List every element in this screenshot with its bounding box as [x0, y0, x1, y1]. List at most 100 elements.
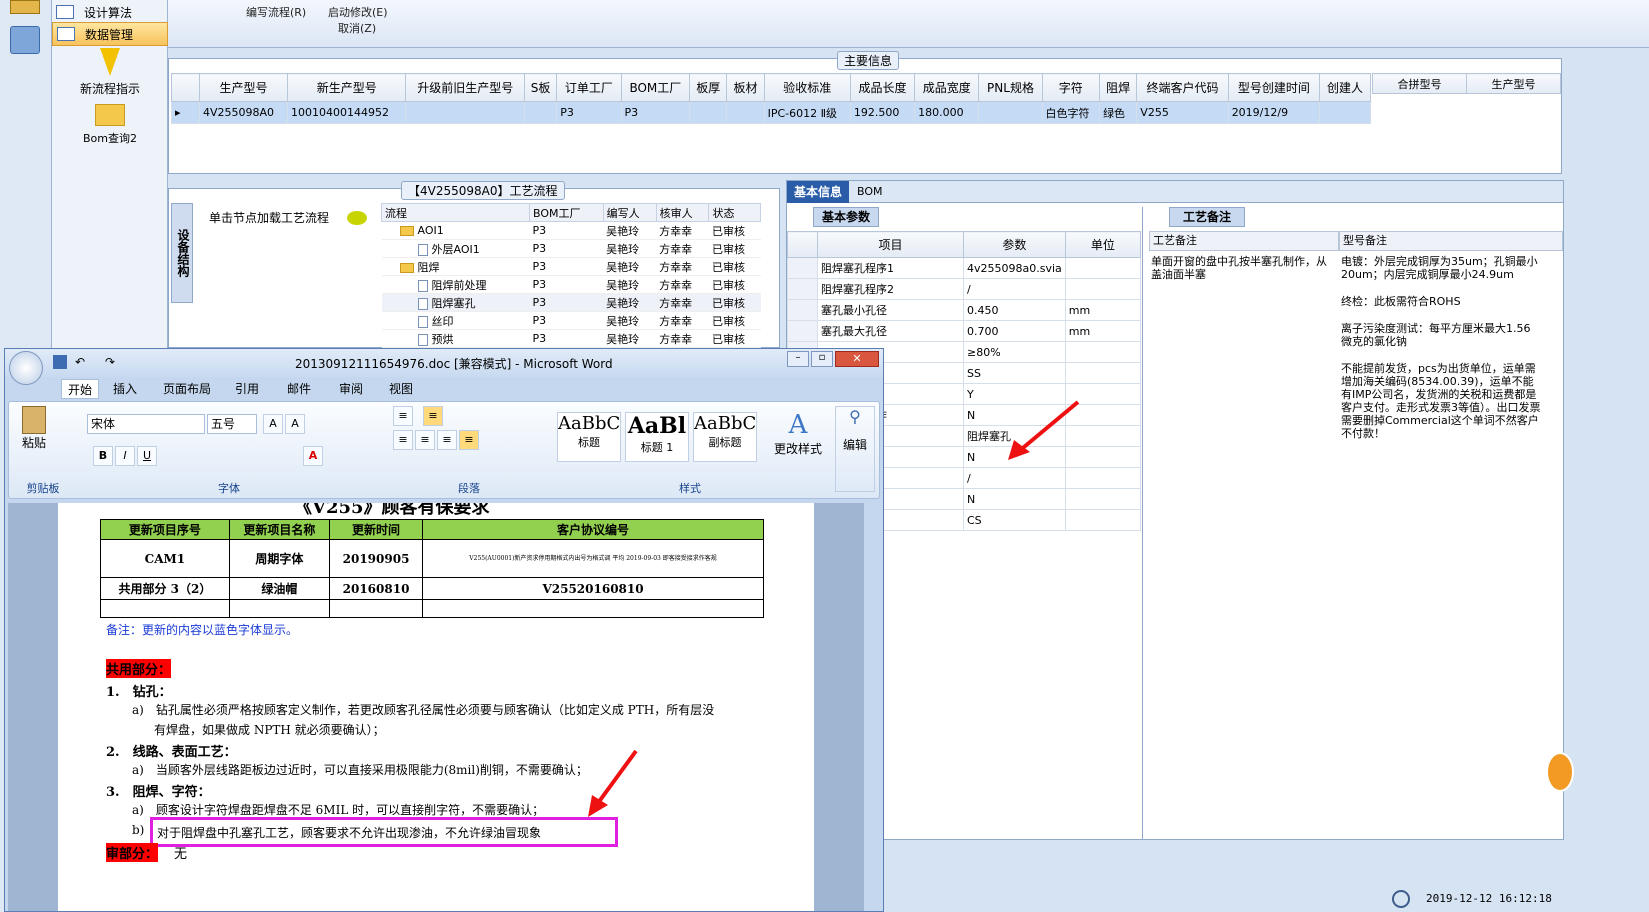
param-row[interactable]: 阻焊塞孔程序2/: [787, 278, 1142, 300]
column-header[interactable]: BOM工厂: [620, 73, 691, 102]
production-model-header[interactable]: 生产型号: [1466, 73, 1561, 94]
ribbon-tab[interactable]: 插入: [113, 379, 137, 399]
tree-node[interactable]: 预烘: [381, 329, 530, 348]
tree-node[interactable]: 阻焊塞孔: [381, 293, 530, 312]
column-header[interactable]: 新生产型号: [287, 73, 407, 102]
grow-font-icon[interactable]: A: [263, 414, 283, 434]
style-gallery-item[interactable]: AaBbC 标题: [557, 412, 621, 462]
align-center-icon[interactable]: ≡: [415, 430, 435, 450]
undo-icon[interactable]: ↶: [75, 355, 85, 369]
row-indicator[interactable]: ▸: [171, 101, 200, 124]
row-header[interactable]: [787, 278, 818, 300]
style-gallery-item[interactable]: AaBl 标题 1: [625, 412, 689, 462]
floating-badge[interactable]: [1546, 752, 1574, 792]
equipment-structure-tab[interactable]: 设备结构: [171, 203, 193, 303]
nav-item-design-algorithm[interactable]: 设计算法: [52, 0, 168, 24]
param-row[interactable]: 阻焊塞孔程序1 4v255098a0.svia: [787, 257, 1142, 279]
row-header[interactable]: [787, 257, 818, 279]
italic-icon[interactable]: I: [115, 446, 135, 466]
col-writer[interactable]: 编写人: [602, 203, 657, 222]
tree-row[interactable]: 丝印 P3 吴艳玲 方幸幸 已审核: [381, 311, 761, 330]
column-header[interactable]: 板材: [726, 73, 765, 102]
tree-node[interactable]: 阻焊: [381, 257, 530, 276]
column-header[interactable]: 成品长度: [849, 73, 916, 102]
column-header[interactable]: S板: [523, 73, 558, 102]
minimize-icon[interactable]: –: [787, 351, 809, 367]
start-modify-button[interactable]: 启动修改(E): [328, 4, 388, 20]
tree-node[interactable]: AOI1: [381, 221, 530, 240]
align-left-icon[interactable]: ≡: [393, 430, 413, 450]
param-row[interactable]: 塞孔最大孔径 0.700 mm: [787, 320, 1142, 342]
tree-row[interactable]: 阻焊 P3 吴艳玲 方幸幸 已审核: [381, 257, 761, 276]
column-header[interactable]: 验收标准: [763, 73, 851, 102]
nav-item-data-management[interactable]: 数据管理: [52, 22, 168, 46]
highlighted-requirement[interactable]: 对于阻焊盘中孔塞孔工艺，顾客要求不允许出现渗油，不允许绿油冒现象: [150, 817, 618, 847]
row-header[interactable]: [787, 320, 818, 342]
ribbon-tab[interactable]: 视图: [389, 379, 413, 399]
param-row[interactable]: 塞孔最小孔径 0.450 mm: [787, 299, 1142, 321]
col-bom-factory[interactable]: BOM工厂: [529, 203, 604, 222]
shrink-font-icon[interactable]: A: [285, 414, 305, 434]
change-styles-button[interactable]: A 更改样式: [773, 410, 823, 457]
table-row[interactable]: ▸ 4V255098A0 10010400144952 P3 P3 IPC-6012 Ⅱ级…: [171, 101, 1371, 124]
new-flow-tool[interactable]: 新流程指示: [52, 48, 168, 97]
ribbon-tab[interactable]: 审阅: [339, 379, 363, 399]
merge-model-header[interactable]: 合拼型号: [1372, 73, 1467, 94]
col-param[interactable]: 参数: [963, 231, 1066, 258]
close-icon[interactable]: ✕: [835, 351, 879, 367]
ribbon-tab[interactable]: 引用: [235, 379, 259, 399]
tree-row[interactable]: 阻焊塞孔 P3 吴艳玲 方幸幸 已审核: [381, 293, 761, 312]
maximize-icon[interactable]: ▫: [811, 351, 833, 367]
bullets-icon[interactable]: ≡: [393, 406, 413, 426]
paste-button[interactable]: 粘贴: [15, 406, 53, 456]
column-header[interactable]: 升级前旧生产型号: [405, 73, 525, 102]
column-header[interactable]: PNL规格: [978, 73, 1043, 102]
bom-query-tool[interactable]: Bom查询2: [52, 104, 168, 146]
col-flow[interactable]: 流程: [381, 203, 530, 222]
col-item[interactable]: 项目: [817, 231, 964, 258]
numbering-icon[interactable]: ≡: [423, 406, 443, 426]
column-header[interactable]: 终端客户代码: [1136, 73, 1229, 102]
col-process-remark[interactable]: 工艺备注: [1149, 231, 1339, 251]
row-header[interactable]: [787, 299, 818, 321]
column-header[interactable]: 生产型号: [198, 73, 289, 102]
ribbon-tab[interactable]: 页面布局: [163, 379, 211, 399]
document-page[interactable]: 《V255》顾客有保要求 更新项目序号 更新项目名称 更新时间 客户协议编号 CAM1…: [58, 503, 814, 911]
bold-icon[interactable]: B: [93, 446, 113, 466]
tab-process-remarks[interactable]: 工艺备注: [1169, 207, 1245, 227]
tree-node[interactable]: 阻焊前处理: [381, 275, 530, 294]
font-size-select[interactable]: 五号: [207, 414, 257, 434]
tree-node[interactable]: 外层AOI1: [381, 239, 530, 258]
font-color-icon[interactable]: A: [303, 446, 323, 466]
save-icon[interactable]: [53, 355, 67, 369]
underline-icon[interactable]: U: [137, 446, 157, 466]
cancel-button[interactable]: 取消(Z): [338, 20, 376, 36]
font-name-select[interactable]: 宋体: [87, 414, 205, 434]
tab-basic-info[interactable]: 基本信息: [787, 181, 849, 203]
col-reviewer[interactable]: 核审人: [655, 203, 710, 222]
tree-row[interactable]: 外层AOI1 P3 吴艳玲 方幸幸 已审核: [381, 239, 761, 258]
justify-icon[interactable]: ≡: [459, 430, 479, 450]
align-right-icon[interactable]: ≡: [437, 430, 457, 450]
office-button-icon[interactable]: [9, 351, 43, 385]
col-unit[interactable]: 单位: [1064, 231, 1142, 258]
tab-bom[interactable]: BOM: [857, 185, 883, 198]
column-header[interactable]: 成品宽度: [914, 73, 980, 102]
app-grid-icon[interactable]: [10, 0, 40, 14]
ribbon-tab[interactable]: 开始: [61, 379, 100, 399]
tree-node[interactable]: 丝印: [381, 311, 530, 330]
tree-row[interactable]: 预烘 P3 吴艳玲 方幸幸 已审核: [381, 329, 761, 348]
column-header[interactable]: 创建人: [1319, 73, 1371, 102]
column-header[interactable]: 字符: [1041, 73, 1101, 102]
ribbon-tab[interactable]: 邮件: [287, 379, 311, 399]
tree-row[interactable]: AOI1 P3 吴艳玲 方幸幸 已审核: [381, 221, 761, 240]
style-gallery-item[interactable]: AaBbC 副标题: [693, 412, 757, 462]
computer-tool-icon[interactable]: [10, 26, 40, 54]
redo-icon[interactable]: ↷: [105, 355, 115, 369]
tab-basic-params[interactable]: 基本参数: [813, 207, 879, 227]
col-status[interactable]: 状态: [708, 203, 761, 222]
column-header[interactable]: 阻焊: [1099, 73, 1138, 102]
col-model-remark[interactable]: 型号备注: [1339, 231, 1563, 251]
column-header[interactable]: 型号创建时间: [1227, 73, 1321, 102]
edit-button[interactable]: ⚲ 编辑: [835, 406, 875, 492]
